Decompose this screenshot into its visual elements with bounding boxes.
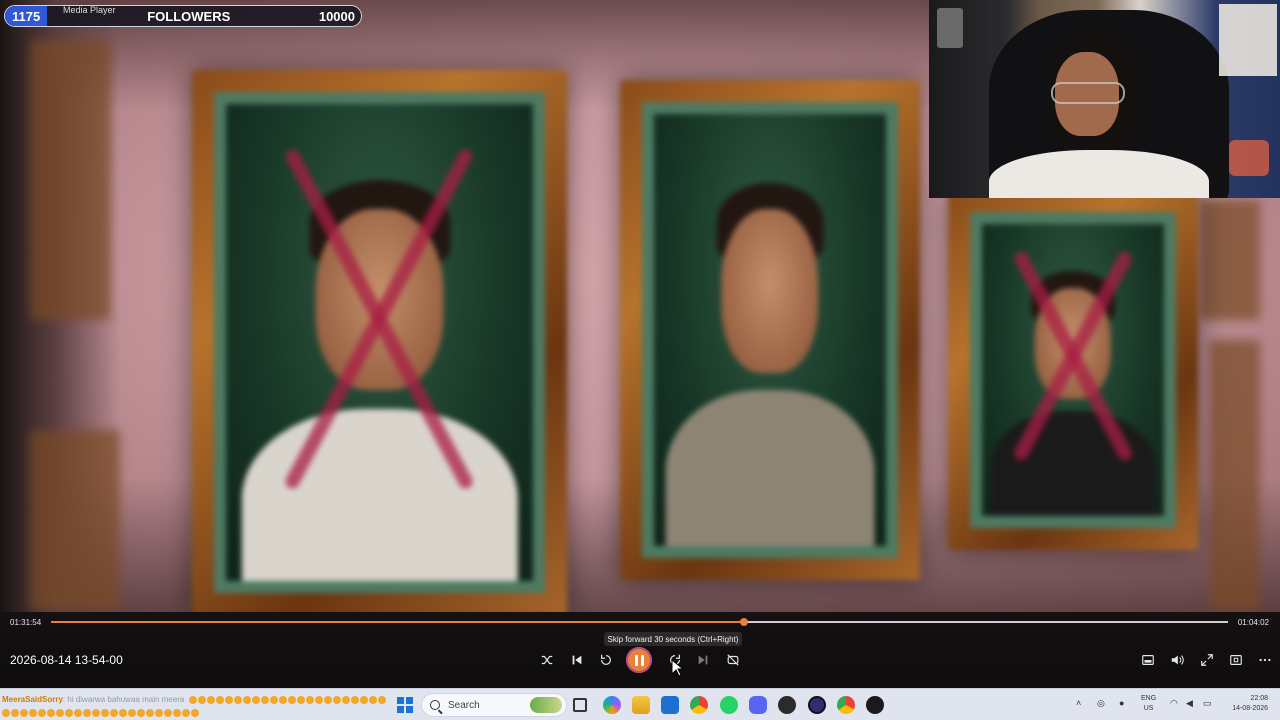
skip-forward-tooltip: Skip forward 30 seconds (Ctrl+Right) <box>604 632 742 646</box>
cast-button[interactable] <box>1226 650 1246 670</box>
wall-poster <box>1219 4 1277 76</box>
chat-text: : hi diwarwa bahuwaa main meera <box>62 695 185 704</box>
previous-button[interactable] <box>567 650 587 670</box>
mic-icon[interactable]: ● <box>1119 698 1124 708</box>
time-total: 01:04:02 <box>1237 618 1269 627</box>
shuffle-icon <box>541 655 553 665</box>
speaker-icon[interactable]: ◀ <box>1186 698 1193 709</box>
shuffle-button[interactable] <box>537 650 557 670</box>
skip-back-icon <box>601 654 611 665</box>
mouse-cursor-icon <box>671 659 683 677</box>
clock-date: 14-08-2026 <box>1232 705 1268 712</box>
chat-ticker: MeeraSaidSorry: hi diwarwa bahuwaa main … <box>0 689 410 720</box>
language-code: ENG <box>1141 695 1157 702</box>
portrait-frame-center <box>620 80 920 580</box>
media-title: 2026-08-14 13-54-00 <box>10 653 123 667</box>
chat-message: MeeraSaidSorry: hi diwarwa bahuwaa main … <box>2 695 386 704</box>
pause-icon <box>634 654 644 666</box>
blurred-frame-right-top <box>1200 200 1260 320</box>
emoji-row <box>2 709 199 717</box>
followers-count: 1175 <box>5 6 48 26</box>
followers-label: FOLLOWERS <box>147 8 231 24</box>
store-icon[interactable] <box>661 696 679 714</box>
taskbar-search[interactable]: Search <box>421 693 567 717</box>
file-explorer-icon[interactable] <box>632 696 650 714</box>
wall-award <box>937 8 963 48</box>
seek-bar[interactable] <box>51 618 1228 626</box>
fullscreen-button[interactable] <box>1197 650 1217 670</box>
search-icon <box>430 700 440 710</box>
search-placeholder: Search <box>448 699 480 711</box>
region-code: US <box>1143 705 1154 712</box>
streamer-shirt <box>989 150 1209 198</box>
language-indicator[interactable]: ENG US <box>1141 694 1156 714</box>
player-controls: 01:31:54 01:04:02 Skip forward 30 second… <box>0 612 1280 688</box>
app-icon[interactable] <box>778 696 796 714</box>
cross-mark <box>257 128 503 510</box>
blurred-frame-bottom-left <box>30 430 120 610</box>
portrait-frame-right <box>948 190 1198 550</box>
portrait-frame-left <box>192 70 567 612</box>
taskbar: MeeraSaidSorry: hi diwarwa bahuwaa main … <box>0 688 1280 720</box>
pause-button[interactable] <box>626 647 652 673</box>
followers-goal: 10000 <box>318 8 355 24</box>
previous-icon <box>572 655 582 665</box>
discord-icon[interactable] <box>749 696 767 714</box>
repeat-off-icon <box>727 654 739 666</box>
webcam-overlay <box>929 0 1280 198</box>
skip-back-button[interactable] <box>596 650 616 670</box>
media-player-window: 1175 Media Player FOLLOWERS 10000 01:31:… <box>0 0 1280 720</box>
chrome-alt-icon[interactable] <box>837 696 855 714</box>
next-icon <box>698 655 708 665</box>
repeat-button[interactable] <box>723 650 743 670</box>
streamer-glasses <box>1051 82 1125 104</box>
followers-goal-bar: 1175 Media Player FOLLOWERS 10000 <box>4 5 362 27</box>
wifi-icon[interactable]: ◠ <box>1170 698 1178 709</box>
whatsapp-icon[interactable] <box>720 696 738 714</box>
search-highlight-icon <box>530 697 562 713</box>
obs-icon[interactable] <box>808 696 826 714</box>
clock[interactable]: 22:08 14-08-2026 <box>1224 694 1268 714</box>
app-title: Media Player <box>63 5 116 15</box>
seek-thumb[interactable] <box>740 618 749 626</box>
blurred-frame-right <box>1210 340 1260 610</box>
clock-time: 22:08 <box>1250 695 1268 702</box>
emoji-icon <box>188 695 386 704</box>
cross-mark <box>1000 239 1146 473</box>
miniplayer-button[interactable] <box>1138 650 1158 670</box>
blurred-frame-left <box>30 40 110 320</box>
battery-icon[interactable]: ▭ <box>1203 698 1212 709</box>
copilot-icon[interactable] <box>603 696 621 714</box>
volume-icon <box>1171 655 1184 665</box>
volume-button[interactable] <box>1167 650 1187 670</box>
chat-username: MeeraSaidSorry <box>2 695 63 704</box>
time-elapsed: 01:31:54 <box>10 618 42 627</box>
media-player-icon[interactable] <box>866 696 884 714</box>
next-button[interactable] <box>693 650 713 670</box>
cast-icon <box>1230 655 1242 665</box>
more-options-button[interactable] <box>1255 650 1275 670</box>
wall-sign <box>1229 140 1269 176</box>
network-icon[interactable]: ◎ <box>1097 698 1105 709</box>
fullscreen-icon <box>1201 654 1213 666</box>
more-icon <box>1259 658 1271 662</box>
chevron-up-icon[interactable]: ˄ <box>1076 698 1081 708</box>
miniplayer-icon <box>1142 655 1154 665</box>
seek-progress <box>51 621 745 623</box>
start-button[interactable] <box>397 697 413 713</box>
task-view-icon[interactable] <box>573 698 587 712</box>
chrome-icon[interactable] <box>690 696 708 714</box>
